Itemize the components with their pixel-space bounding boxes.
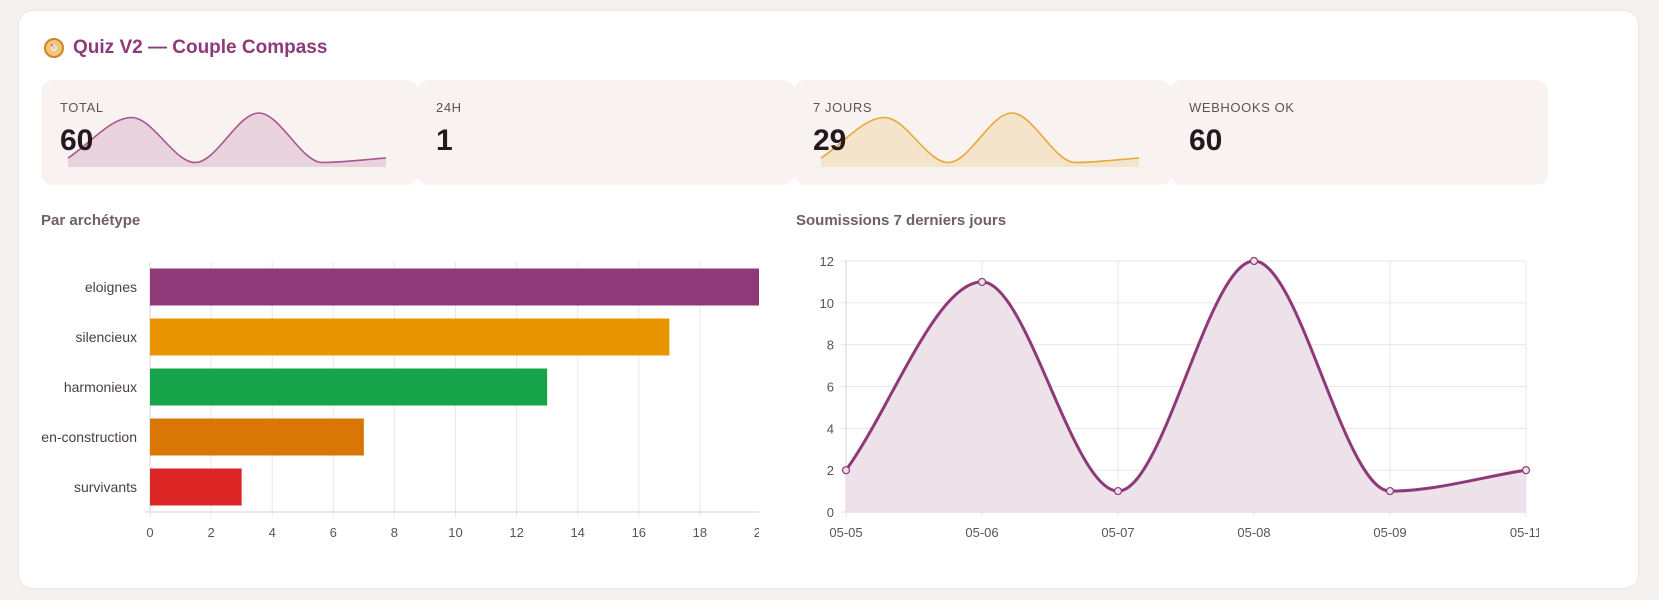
x-tick-label: 4 xyxy=(269,525,276,540)
x-tick-label: 14 xyxy=(570,525,584,540)
category-label: en-construction xyxy=(41,429,137,445)
x-tick-label: 10 xyxy=(448,525,462,540)
x-tick-label: 05-07 xyxy=(1101,525,1134,540)
x-tick-label: 05-08 xyxy=(1237,525,1270,540)
x-tick-label: 16 xyxy=(632,525,646,540)
dashboard-card: Quiz V2 — Couple Compass TOTAL 60 24H 1 … xyxy=(19,11,1638,588)
bar-en-construction xyxy=(150,418,364,456)
category-label: silencieux xyxy=(76,329,137,345)
data-point xyxy=(1385,486,1395,496)
sparkline-total xyxy=(67,112,387,167)
x-tick-label: 12 xyxy=(509,525,523,540)
bar-harmonieux xyxy=(150,368,548,406)
data-point xyxy=(1521,466,1531,475)
stat-value: 60 xyxy=(1189,124,1223,157)
bar-silencieux xyxy=(150,318,670,356)
y-tick-label: 0 xyxy=(827,505,834,520)
x-tick-label: 6 xyxy=(330,525,337,540)
stat-value: 1 xyxy=(436,124,453,157)
bar-survivants xyxy=(150,468,242,506)
data-point xyxy=(1113,486,1123,496)
stat-label: WEBHOOKS OK xyxy=(1189,100,1295,115)
stat-value: 60 xyxy=(60,124,94,157)
category-label: survivants xyxy=(74,479,137,495)
y-tick-label: 10 xyxy=(820,296,834,311)
stat-card-7days: 7 JOURS 29 xyxy=(794,80,1172,185)
x-tick-label: 05-06 xyxy=(965,525,998,540)
category-label: eloignes xyxy=(85,279,137,295)
y-tick-label: 6 xyxy=(827,380,834,395)
stat-card-webhooks: WEBHOOKS OK 60 xyxy=(1170,80,1548,185)
data-point xyxy=(977,277,987,287)
submissions-section-title: Soumissions 7 derniers jours xyxy=(796,212,1007,229)
compass-icon xyxy=(44,38,64,58)
x-tick-label: 20 xyxy=(754,525,759,540)
y-tick-label: 2 xyxy=(827,463,834,478)
category-label: harmonieux xyxy=(64,379,137,395)
sparkline-7days xyxy=(820,112,1140,167)
archetype-section-title: Par archétype xyxy=(41,212,141,229)
y-tick-label: 4 xyxy=(827,421,834,436)
x-tick-label: 8 xyxy=(391,525,398,540)
stat-value: 29 xyxy=(813,124,847,157)
stat-card-24h: 24H 1 xyxy=(417,80,795,185)
archetype-bar-chart: 0 2 4 6 8 10 12 14 16 18 20 eloignes silencieux harmo… xyxy=(41,262,759,540)
page-title-text: Quiz V2 — Couple Compass xyxy=(73,37,328,58)
x-tick-label: 0 xyxy=(146,525,153,540)
x-tick-label: 2 xyxy=(207,525,214,540)
submissions-line-chart: 0 2 4 6 8 10 12 05-05 05-06 05-07 05-08 05-09 05-11 xyxy=(820,254,1539,540)
y-tick-label: 8 xyxy=(827,338,834,353)
x-tick-label: 18 xyxy=(693,525,707,540)
page-title: Quiz V2 — Couple Compass xyxy=(44,37,327,59)
x-tick-label: 05-09 xyxy=(1373,525,1406,540)
bar-eloignes xyxy=(150,268,759,306)
data-point xyxy=(1249,256,1259,266)
data-point xyxy=(841,466,851,475)
stat-card-total: TOTAL 60 xyxy=(41,80,419,185)
x-tick-label: 05-05 xyxy=(829,525,862,540)
x-tick-label: 05-11 xyxy=(1510,525,1539,540)
stat-label: 24H xyxy=(436,100,462,115)
y-tick-label: 12 xyxy=(820,254,834,269)
